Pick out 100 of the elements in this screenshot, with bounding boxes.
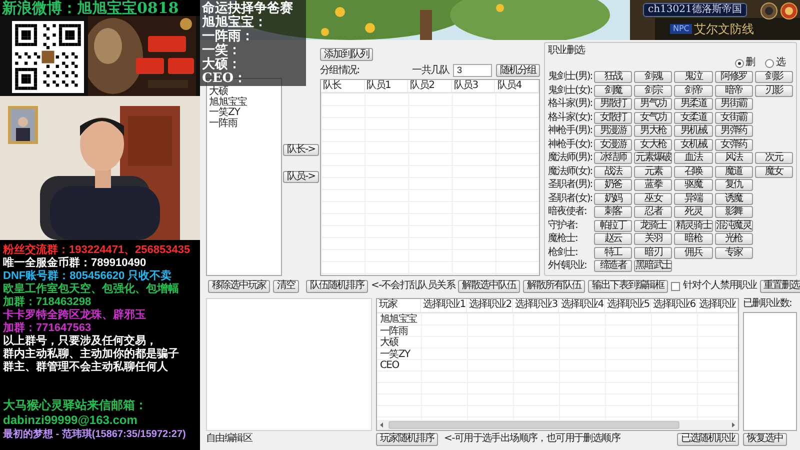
- table-cell-text: CEO: [379, 360, 399, 372]
- horizontal-scrollbar[interactable]: [377, 420, 738, 430]
- column-header: 队员4: [495, 80, 539, 92]
- class-button[interactable]: 暗刃: [634, 246, 672, 258]
- class-button[interactable]: 男大枪: [634, 125, 672, 137]
- shuffle-players-button[interactable]: 玩家随机排序: [376, 432, 438, 446]
- class-button[interactable]: 蓝拳: [634, 179, 672, 191]
- class-button[interactable]: 赵云: [594, 233, 632, 245]
- random-class-button[interactable]: 已选随机职业: [677, 432, 739, 446]
- shuffle-teams-button[interactable]: 队伍随机排序: [306, 280, 368, 292]
- class-button[interactable]: 男漫游: [594, 125, 632, 137]
- class-button[interactable]: 专家: [714, 246, 753, 258]
- column-header: 选择职业2: [467, 299, 513, 312]
- player-list-item[interactable]: 一笑ZY: [209, 108, 240, 118]
- class-button[interactable]: 刃影: [754, 84, 793, 96]
- export-button[interactable]: 输出下表到编辑框: [588, 280, 668, 292]
- class-button[interactable]: 特工: [594, 246, 632, 258]
- class-button[interactable]: 关羽: [634, 233, 672, 245]
- class-button[interactable]: 黑暗武士: [634, 260, 672, 272]
- class-button[interactable]: 死灵: [674, 206, 713, 218]
- class-button[interactable]: 女大枪: [634, 138, 672, 150]
- round-emblem-icon[interactable]: [760, 2, 778, 20]
- class-button[interactable]: 元素: [634, 166, 672, 178]
- class-button[interactable]: 狂战: [594, 71, 632, 83]
- banned-list-box[interactable]: [743, 312, 797, 431]
- class-button[interactable]: 巫女: [634, 192, 672, 204]
- class-group-label: 魔法师(男):: [548, 152, 592, 164]
- class-button[interactable]: 暗枪: [674, 233, 713, 245]
- class-button[interactable]: 复仇: [714, 179, 753, 191]
- class-button[interactable]: 召唤: [674, 166, 713, 178]
- player-list-item[interactable]: 旭旭宝宝: [209, 98, 247, 108]
- round-emblem-icon[interactable]: [780, 2, 798, 20]
- class-button[interactable]: 剑帝: [674, 84, 713, 96]
- add-to-queue-button[interactable]: 添加到队列: [320, 48, 373, 61]
- class-button[interactable]: 光枪: [714, 233, 753, 245]
- radio-button[interactable]: [734, 58, 744, 68]
- dissolve-all-button[interactable]: 解散所有队伍: [523, 280, 585, 292]
- class-button[interactable]: 女机械: [674, 138, 713, 150]
- class-button[interactable]: 女漫游: [594, 138, 632, 150]
- class-button[interactable]: 精灵骑士: [674, 220, 713, 232]
- class-button[interactable]: 女散打: [594, 112, 632, 124]
- class-button[interactable]: 风法: [714, 152, 753, 164]
- class-button[interactable]: 男街霸: [714, 98, 753, 110]
- class-button[interactable]: 奶妈: [594, 192, 632, 204]
- class-button[interactable]: 元素爆破: [634, 152, 672, 164]
- class-button[interactable]: 魔道: [714, 166, 753, 178]
- class-button[interactable]: 龙骑士: [634, 220, 672, 232]
- team-count-field[interactable]: 3: [453, 64, 492, 77]
- member-button[interactable]: 队员->: [283, 171, 319, 183]
- class-button[interactable]: 女弹药: [714, 138, 753, 150]
- class-button[interactable]: 佣兵: [674, 246, 713, 258]
- class-button[interactable]: 刺客: [594, 206, 632, 218]
- shuffle-players-note: <-可用于选手出场顺序，也可用于删选顺序: [444, 433, 620, 445]
- class-button[interactable]: 帕拉丁: [594, 220, 632, 232]
- class-button[interactable]: 鬼泣: [674, 71, 713, 83]
- shuffle-note: <-不会打乱队员关系: [371, 280, 455, 292]
- class-button[interactable]: 血法: [674, 152, 713, 164]
- class-button[interactable]: 阿修罗: [714, 71, 753, 83]
- clear-button[interactable]: 清空: [273, 280, 299, 292]
- radio-button[interactable]: [764, 58, 774, 68]
- class-button[interactable]: 次元: [754, 152, 793, 164]
- remove-player-button[interactable]: 移除选中玩家: [208, 280, 270, 292]
- class-button[interactable]: 剑宗: [634, 84, 672, 96]
- class-button[interactable]: 诱魔: [714, 192, 753, 204]
- class-button[interactable]: 忍者: [634, 206, 672, 218]
- table-cell-text: 旭旭宝宝: [379, 314, 417, 326]
- player-list-item[interactable]: 一阵雨: [209, 118, 238, 129]
- class-button[interactable]: 缔造者: [594, 260, 632, 272]
- class-button[interactable]: 女柔道: [674, 112, 713, 124]
- class-button[interactable]: 异端: [674, 192, 713, 204]
- random-group-button[interactable]: 随机分组: [496, 64, 540, 77]
- column-header: 选择职业: [697, 299, 738, 312]
- class-button[interactable]: 女气功: [634, 112, 672, 124]
- class-button[interactable]: 男柔道: [674, 98, 713, 110]
- class-group-label: 外传职业:: [548, 260, 586, 272]
- class-button[interactable]: 剑魂: [634, 71, 672, 83]
- class-button[interactable]: 冰结师: [594, 152, 632, 164]
- class-button[interactable]: 驱魔: [674, 179, 713, 191]
- class-button[interactable]: 剑魔: [594, 84, 632, 96]
- class-button[interactable]: 奶爸: [594, 179, 632, 191]
- class-button[interactable]: 战法: [594, 166, 632, 178]
- dissolve-selected-button[interactable]: 解散选中队伍: [458, 280, 520, 292]
- reset-filter-button[interactable]: 重置删选: [760, 280, 800, 292]
- class-button[interactable]: 女街霸: [714, 112, 753, 124]
- table-cell-text: 一笑ZY: [379, 348, 410, 360]
- class-button[interactable]: 混沌魔灵: [714, 220, 753, 232]
- class-button[interactable]: 男气功: [634, 98, 672, 110]
- player-list-item[interactable]: 大硕: [209, 87, 228, 98]
- class-group-label: 暗夜使者:: [548, 206, 586, 218]
- class-button[interactable]: 影舞: [714, 206, 753, 218]
- promo-text: 唯一全服金币群：789910490: [3, 257, 146, 270]
- class-button[interactable]: 魔女: [754, 166, 793, 178]
- checkbox[interactable]: [671, 282, 680, 290]
- class-button[interactable]: 剑影: [754, 71, 793, 83]
- captain-button[interactable]: 队长->: [283, 144, 319, 156]
- class-button[interactable]: 男弹药: [714, 125, 753, 137]
- class-button[interactable]: 男散打: [594, 98, 632, 110]
- class-button[interactable]: 暗帝: [714, 84, 753, 96]
- class-button[interactable]: 男机械: [674, 125, 713, 137]
- restore-selection-button[interactable]: 恢复选中: [743, 432, 787, 446]
